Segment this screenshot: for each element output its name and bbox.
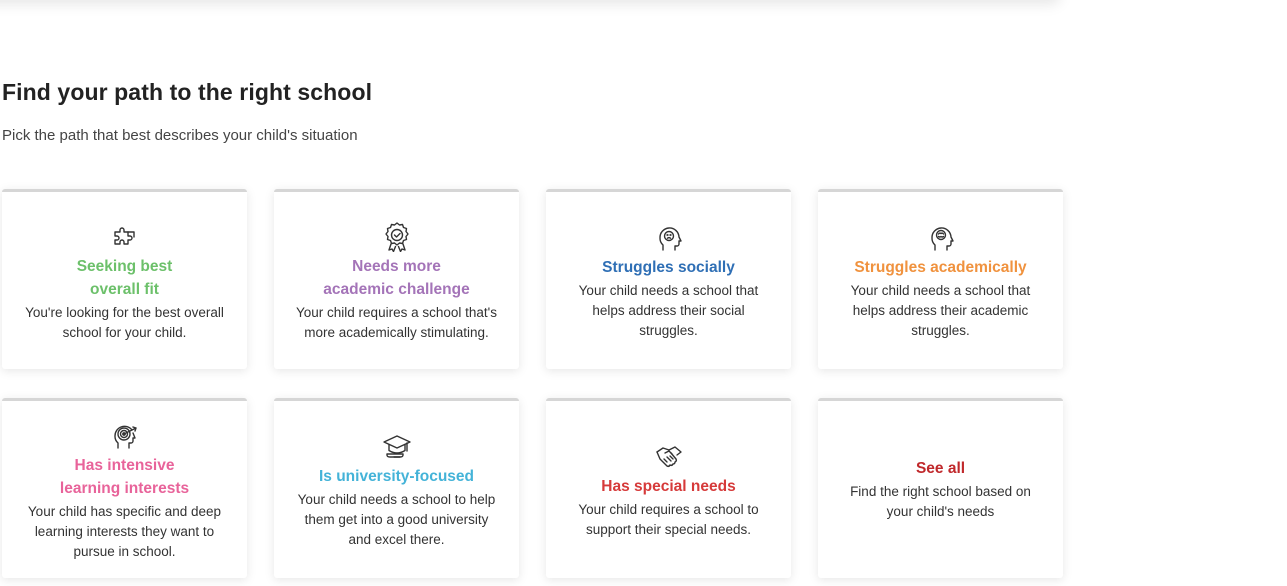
path-card-intensive-interests[interactable]: Has intensive learning interests Your ch… <box>2 398 247 578</box>
path-card-special-needs[interactable]: Has special needs Your child requires a … <box>546 398 791 578</box>
head-target-icon <box>108 418 142 452</box>
card-description: You're looking for the best overall scho… <box>25 304 224 340</box>
puzzle-icon <box>108 219 142 253</box>
path-card-university-focused[interactable]: Is university-focused Your child needs a… <box>274 398 519 578</box>
card-title: Struggles socially <box>602 259 735 276</box>
head-brain-icon <box>924 220 958 254</box>
path-card-see-all[interactable]: See all Find the right school based on y… <box>818 398 1063 578</box>
card-title: Has intensive learning interests <box>59 456 190 497</box>
head-social-icon <box>652 220 686 254</box>
card-title: Struggles academically <box>854 259 1027 276</box>
card-description: Your child needs a school that helps add… <box>578 283 759 338</box>
path-card-academic-challenge[interactable]: Needs more academic challenge Your child… <box>274 189 519 369</box>
card-title: See all <box>915 460 966 477</box>
section-title: Find your path to the right school <box>2 79 373 105</box>
award-ribbon-icon <box>380 219 414 253</box>
path-card-struggles-academically[interactable]: Struggles academically Your child needs … <box>818 189 1063 369</box>
graduation-cap-icon <box>380 429 414 463</box>
card-title: Needs more academic challenge <box>323 257 470 298</box>
card-description: Your child has specific and deep learnin… <box>27 503 222 559</box>
handshake-icon <box>652 439 686 473</box>
card-description: Your child needs a school that helps add… <box>850 283 1031 338</box>
card-title: Seeking best overall fit <box>76 257 173 298</box>
path-card-best-overall-fit[interactable]: Seeking best overall fit You're looking … <box>2 189 247 369</box>
card-title: Is university-focused <box>318 468 475 485</box>
card-description: Find the right school based on your chil… <box>850 484 1031 519</box>
card-description: Your child requires a school that's more… <box>296 304 497 340</box>
path-card-struggles-socially[interactable]: Struggles socially Your child needs a sc… <box>546 189 791 369</box>
path-card-grid: Seeking best overall fit You're looking … <box>2 189 1064 578</box>
card-description: Your child needs a school to help them g… <box>297 492 496 547</box>
card-description: Your child requires a school to support … <box>578 502 759 537</box>
card-title: Has special needs <box>601 478 736 495</box>
section-subtitle: Pick the path that best describes your c… <box>2 127 358 144</box>
